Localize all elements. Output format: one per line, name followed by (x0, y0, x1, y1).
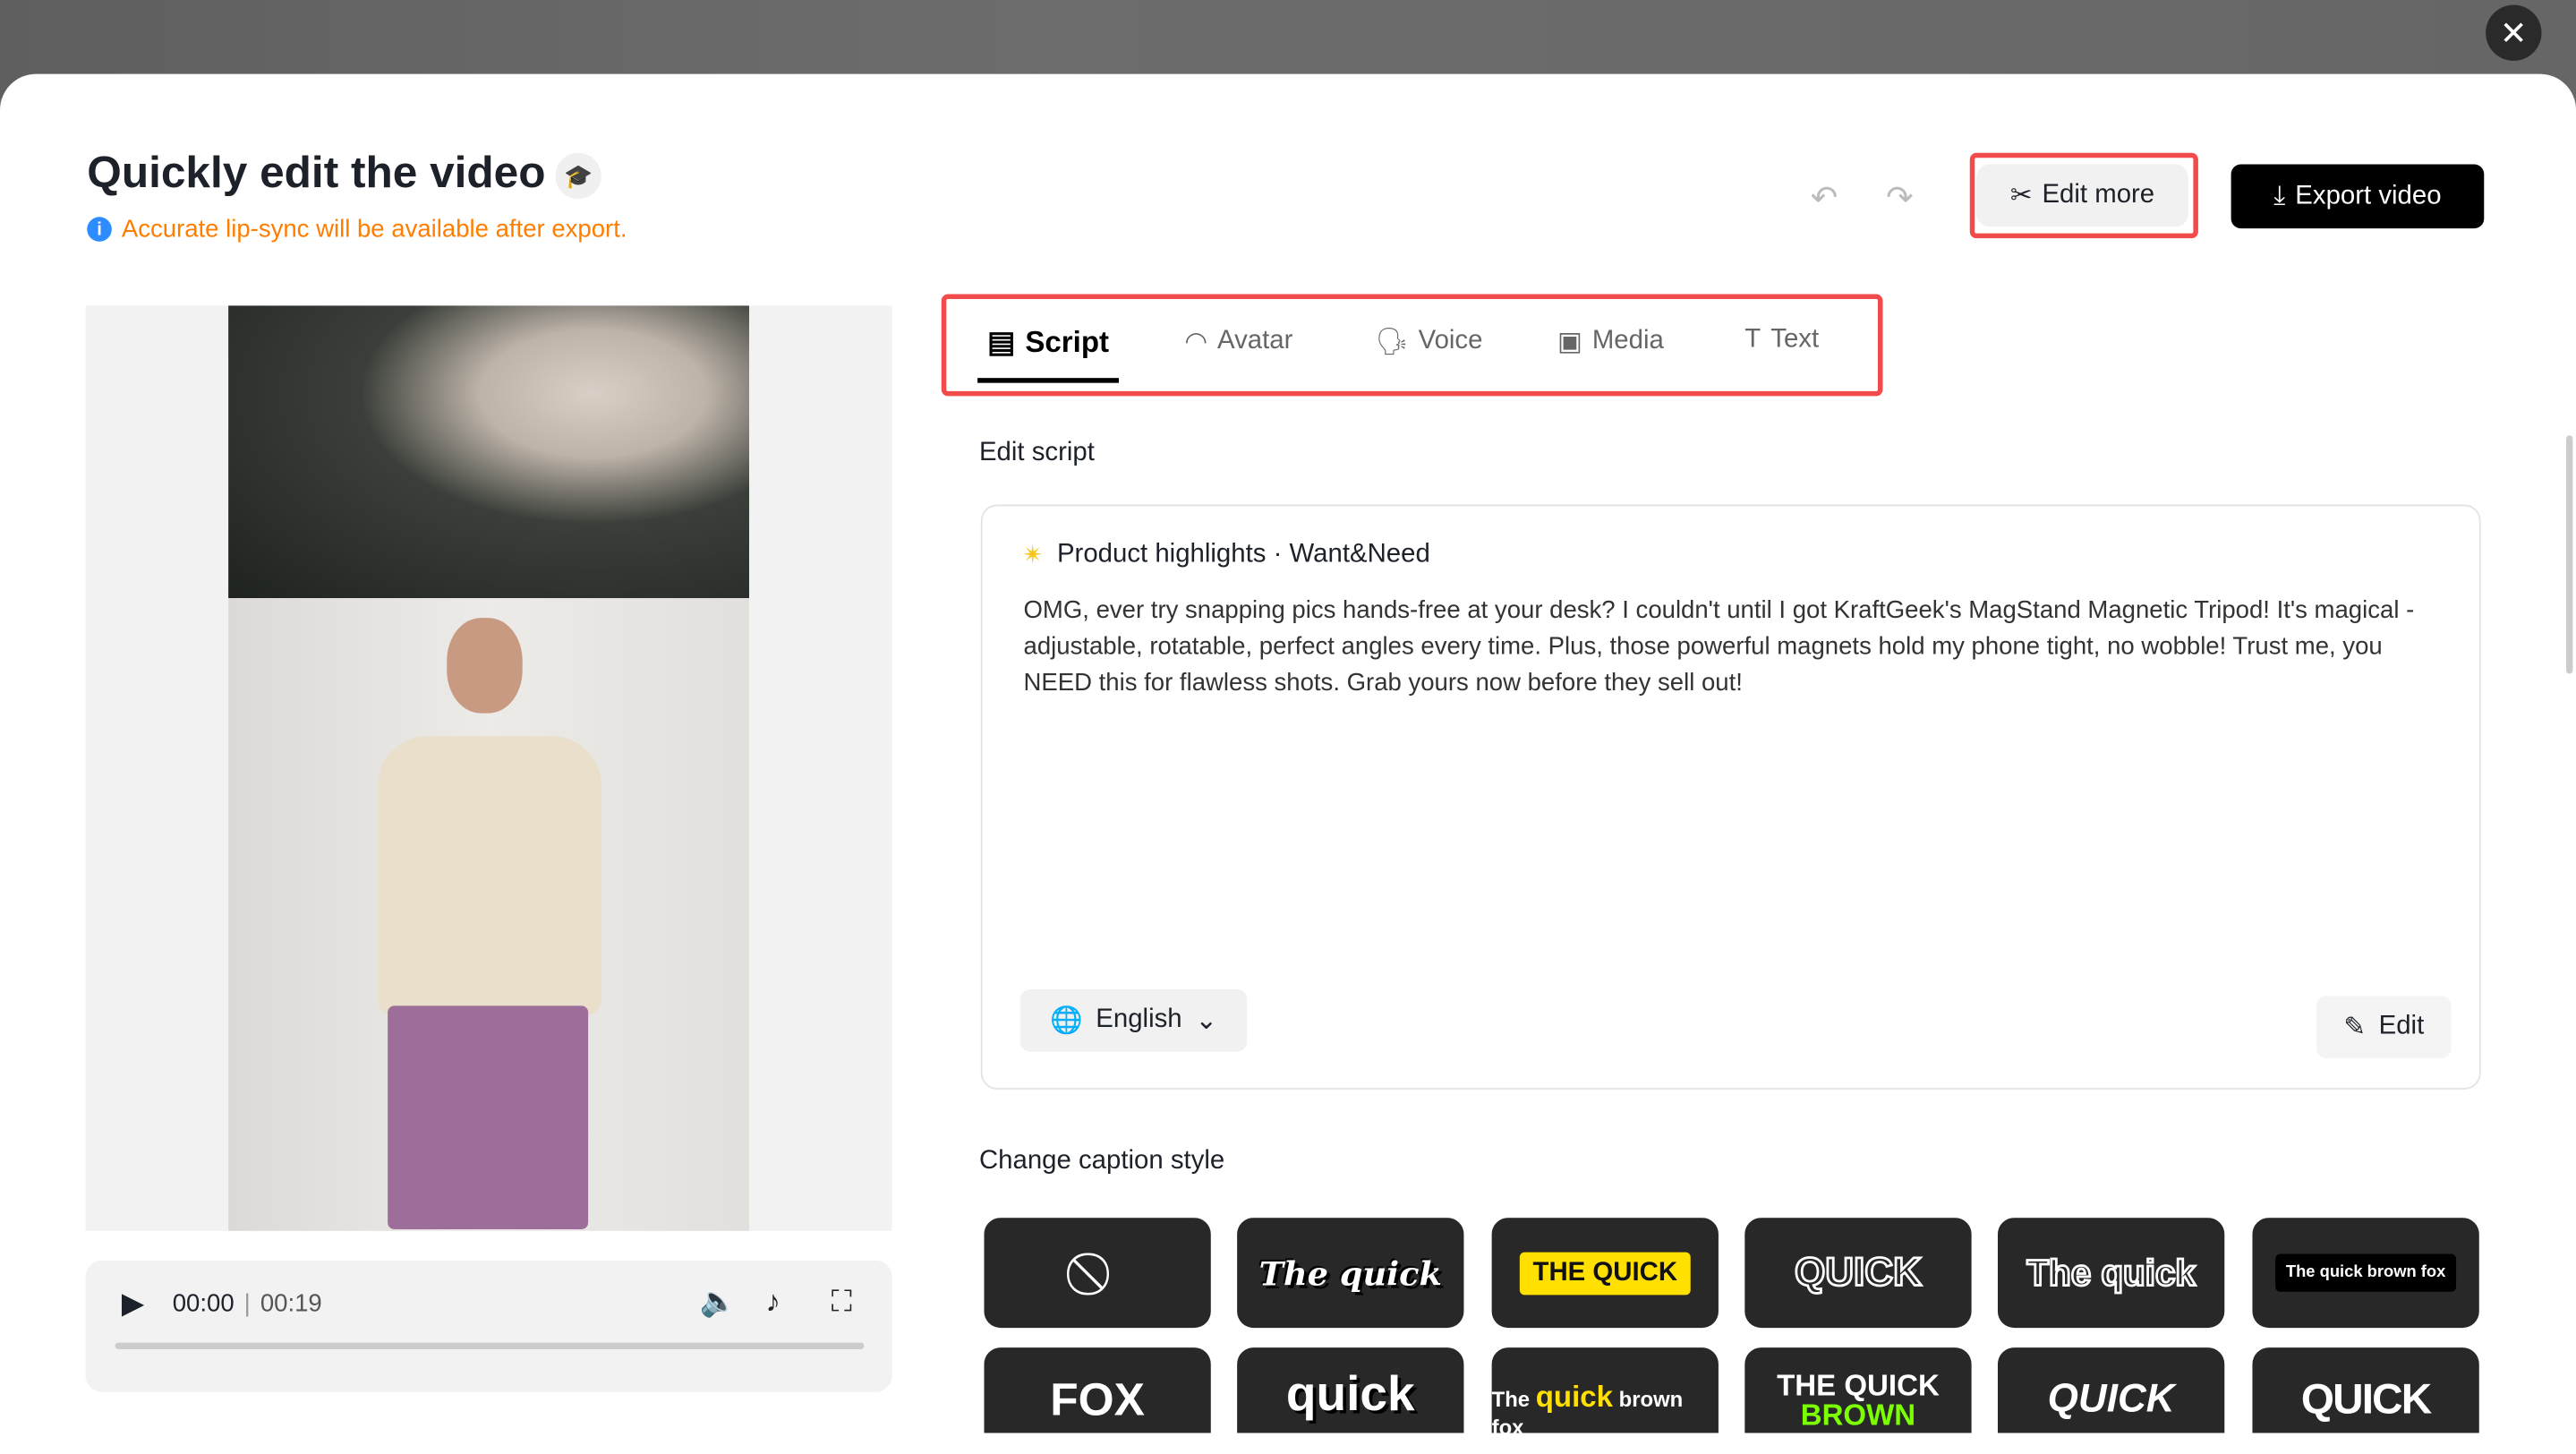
close-icon: ✕ (2499, 15, 2528, 52)
tab-label: Media (1591, 327, 1664, 355)
caption-sample: FOX (1050, 1373, 1145, 1425)
language-select[interactable]: 🌐 English ⌄ (1019, 988, 1248, 1052)
tab-label: Avatar (1217, 327, 1293, 355)
tab-label: Voice (1418, 327, 1483, 355)
current-time: 00:00 (172, 1289, 235, 1319)
avatar-figure-legs (388, 1005, 589, 1229)
caption-sample: THE QUICKBROWN FOX (1777, 1368, 1940, 1433)
caption-sample: The quick brown fox (1492, 1381, 1719, 1433)
caption-style-tile[interactable]: QUICK (2252, 1347, 2479, 1433)
pencil-icon: ✎ (2343, 1014, 2366, 1042)
edit-script-button[interactable]: ✎ Edit (2316, 996, 2452, 1059)
tab-text[interactable]: T Text (1744, 325, 1819, 355)
caption-sample: The quick (2026, 1250, 2196, 1294)
script-heading: ✴ Product highlights · Want&Need (1022, 539, 1430, 572)
caption-style-tile[interactable]: QUICK (1744, 1218, 1972, 1329)
duration: 00:19 (260, 1289, 322, 1319)
edit-label: Edit (2378, 1012, 2425, 1040)
timecode: 00:00 | 00:19 (173, 1290, 322, 1318)
tab-avatar[interactable]: ◠ Avatar (1184, 325, 1292, 358)
graduation-cap-icon: 🎓 (564, 161, 593, 189)
play-button[interactable]: ▶ (122, 1287, 144, 1321)
active-tab-indicator (977, 378, 1119, 383)
redo-button[interactable]: ↷ (1886, 177, 1914, 218)
caption-style-tile[interactable]: The quick brown fox (2252, 1218, 2479, 1329)
caption-style-tile[interactable]: The quick (1997, 1218, 2225, 1329)
caption-sample: The quick (1258, 1253, 1442, 1293)
tab-script[interactable]: ▤ Script (987, 325, 1109, 360)
undo-icon: ↶ (1810, 180, 1838, 218)
tiktok-icon: ♪ (765, 1285, 780, 1319)
caption-style-tile[interactable]: FOX (984, 1347, 1211, 1433)
volume-button[interactable]: 🔈 (700, 1285, 737, 1320)
caption-sample: QUICK (2047, 1377, 2175, 1422)
caption-style-tile[interactable]: quick (1237, 1347, 1464, 1433)
caption-sample: QUICK (2300, 1373, 2432, 1424)
sparkle-icon: ✴ (1021, 542, 1045, 570)
export-label: Export video (2295, 181, 2442, 210)
lip-sync-notice: i Accurate lip-sync will be available aft… (87, 215, 627, 244)
time-separator: | (243, 1289, 251, 1319)
chevron-down-icon: ⌄ (1195, 1007, 1217, 1036)
export-video-button[interactable]: ⤓ Export video (2231, 164, 2485, 229)
globe-icon: 🌐 (1050, 1007, 1083, 1036)
tab-media[interactable]: ▣ Media (1557, 325, 1664, 358)
redo-icon: ↷ (1886, 180, 1914, 218)
fullscreen-icon: ⛶ (831, 1285, 852, 1319)
avatar-figure-head (447, 618, 523, 714)
undo-button[interactable]: ↶ (1811, 177, 1838, 218)
tab-label: Script (1025, 325, 1110, 359)
edit-more-label: Edit more (2042, 180, 2155, 210)
script-text[interactable]: OMG, ever try snapping pics hands-free a… (1024, 594, 2437, 702)
product-clip (228, 305, 749, 599)
fullscreen-button[interactable]: ⛶ (832, 1285, 852, 1320)
avatar-figure (378, 736, 601, 1016)
caption-style-tile[interactable]: QUICK (1997, 1347, 2225, 1433)
caption-style-tile[interactable]: THE QUICKBROWN FOX (1744, 1347, 1972, 1433)
caption-style-tile[interactable]: THE QUICK (1491, 1218, 1719, 1329)
tab-voice[interactable]: 🗣 Voice (1375, 325, 1482, 358)
media-icon: ▣ (1557, 329, 1582, 357)
close-button[interactable]: ✕ (2486, 4, 2542, 61)
play-icon: ▶ (121, 1287, 145, 1320)
caption-style-label: Change caption style (978, 1147, 1225, 1176)
caption-sample: QUICK (1794, 1249, 1923, 1296)
tiktok-preview-button[interactable]: ♪ (765, 1285, 780, 1320)
caption-style-tile[interactable]: The quick (1237, 1218, 1464, 1329)
voice-icon: 🗣 (1375, 329, 1409, 357)
caption-sample: THE QUICK (1519, 1251, 1691, 1295)
scrollbar[interactable] (2566, 435, 2573, 674)
caption-sample: The quick brown fox (2275, 1253, 2456, 1292)
caption-style-none[interactable]: ⃠ (984, 1218, 1211, 1329)
caption-style-tile[interactable]: The quick brown fox (1491, 1347, 1719, 1433)
avatar-icon: ◠ (1184, 329, 1208, 357)
player-controls (85, 1260, 892, 1392)
scissors-icon: ✂ (2009, 182, 2033, 210)
edit-script-label: Edit script (978, 439, 1095, 467)
download-icon: ⤓ (2273, 181, 2286, 210)
caption-style-grid: ⃠ The quick THE QUICK QUICK The quick Th… (984, 1218, 2482, 1433)
progress-bar[interactable] (115, 1342, 865, 1349)
tab-label: Text (1770, 325, 1820, 354)
volume-icon: 🔈 (699, 1285, 738, 1319)
caption-sample: quick (1285, 1367, 1415, 1422)
text-icon: T (1744, 325, 1761, 354)
script-heading-text: Product highlights · Want&Need (1056, 540, 1430, 569)
language-value: English (1096, 1005, 1182, 1034)
info-icon: i (87, 217, 112, 242)
tutorial-button[interactable]: 🎓 (555, 152, 601, 200)
notice-text: Accurate lip-sync will be available afte… (121, 215, 627, 244)
page-title: Quickly edit the video (87, 148, 546, 198)
edit-more-button[interactable]: ✂ Edit more (1976, 164, 2188, 227)
script-icon: ▤ (987, 325, 1016, 359)
caption-sample-text: The quick brown fox (1491, 1380, 1684, 1433)
